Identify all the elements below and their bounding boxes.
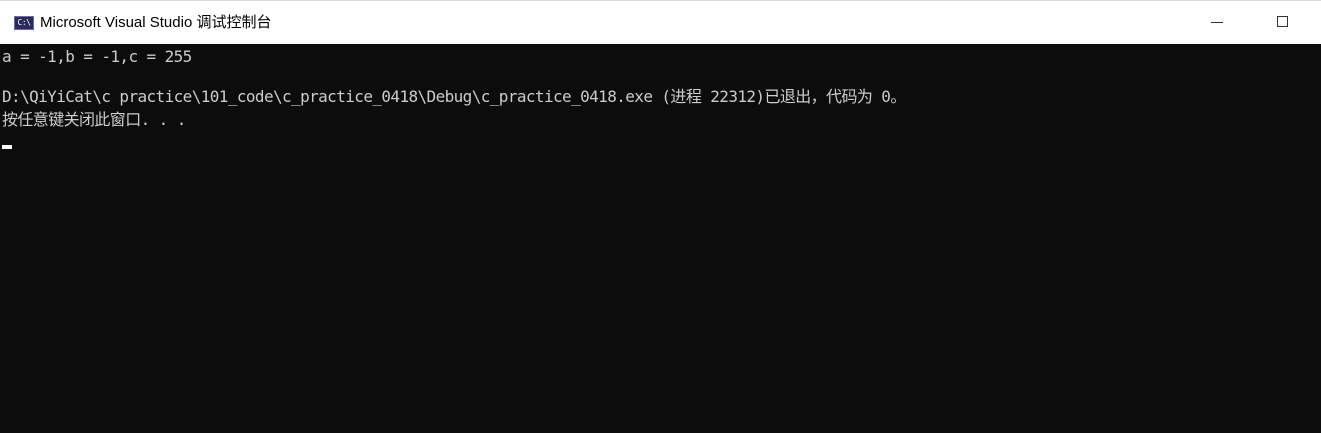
maximize-icon (1277, 16, 1288, 27)
console-cursor-line (2, 131, 1321, 154)
console-app-icon: C:\ (14, 16, 34, 30)
text-cursor (2, 145, 12, 149)
console-line-press-key: 按任意键关闭此窗口. . . (2, 110, 186, 129)
title-bar[interactable]: C:\ Microsoft Visual Studio 调试控制台 (0, 0, 1321, 44)
console-window: C:\ Microsoft Visual Studio 调试控制台 a = -1… (0, 0, 1321, 433)
minimize-icon (1211, 22, 1223, 23)
console-line-output: a = -1,b = -1,c = 255 (2, 47, 192, 66)
maximize-button[interactable] (1261, 1, 1307, 45)
window-title: Microsoft Visual Studio 调试控制台 (40, 14, 272, 31)
console-output[interactable]: a = -1,b = -1,c = 255 D:\QiYiCat\c pract… (0, 44, 1321, 433)
console-line-exit-message: D:\QiYiCat\c practice\101_code\c_practic… (2, 87, 906, 106)
minimize-button[interactable] (1195, 1, 1241, 45)
